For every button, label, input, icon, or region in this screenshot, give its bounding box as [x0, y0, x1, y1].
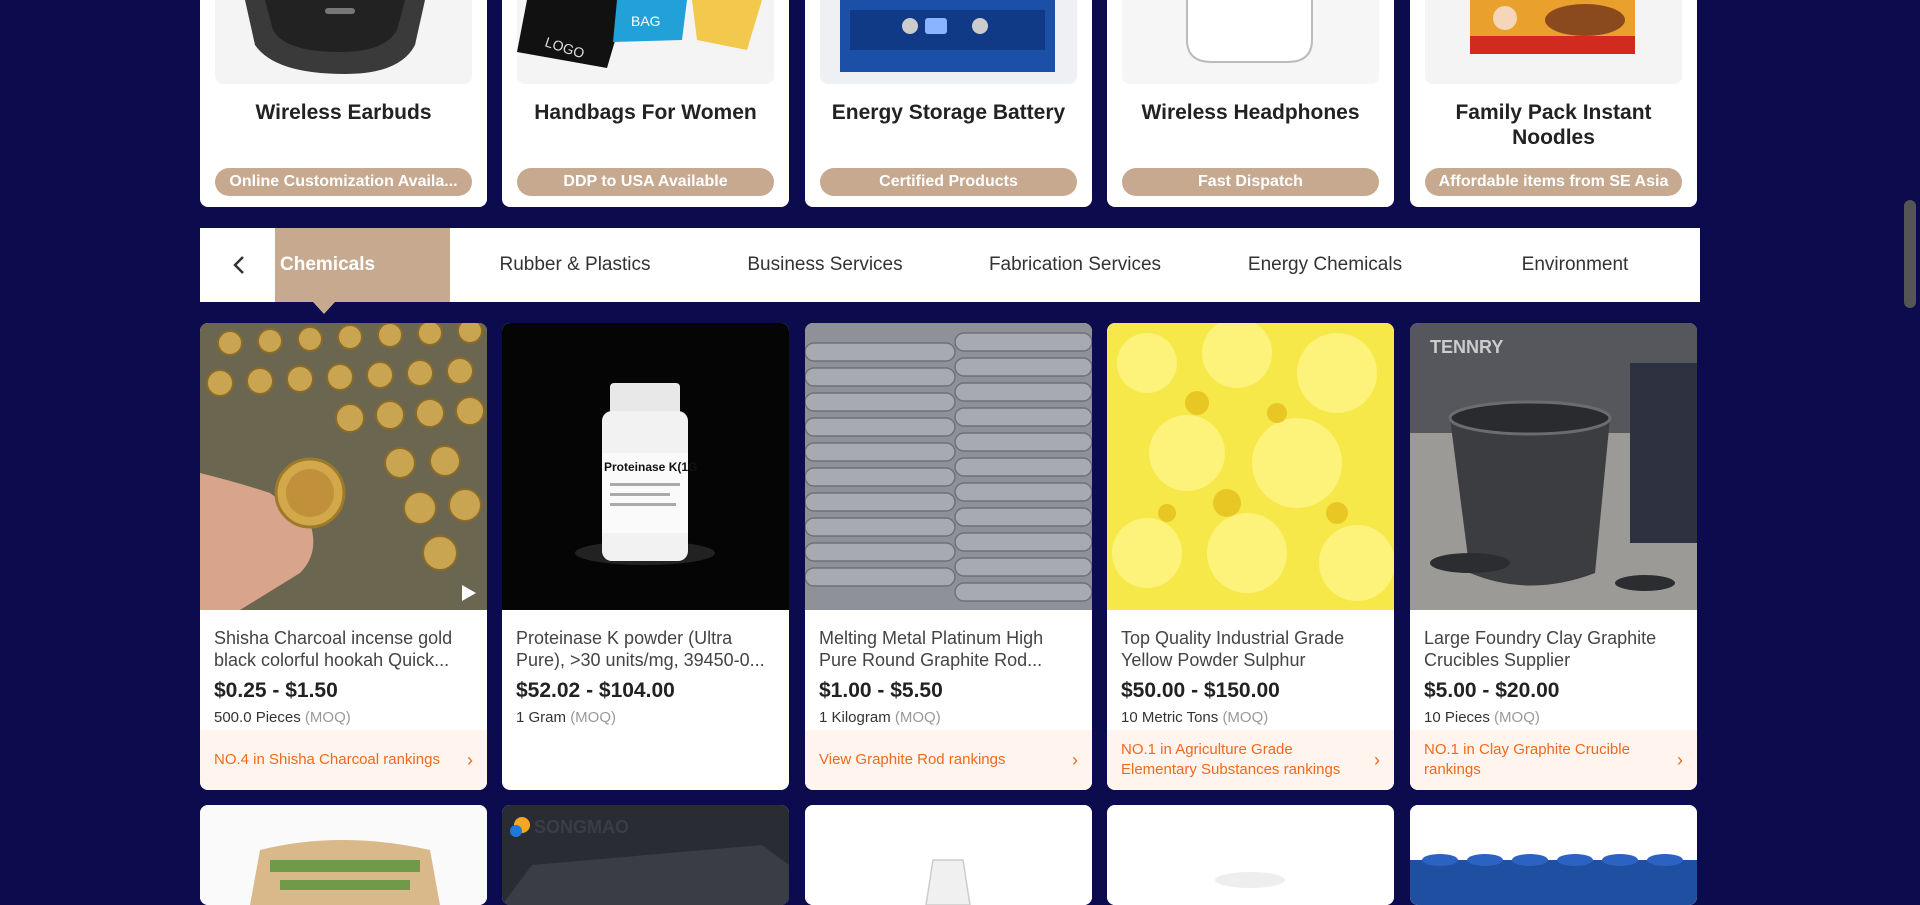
- product-title[interactable]: Proteinase K powder (Ultra Pure), >30 un…: [516, 627, 775, 671]
- product-image: [1410, 805, 1697, 905]
- product-price: $50.00 - $150.00: [1121, 679, 1280, 702]
- category-title: Family Pack Instant Noodles: [1455, 101, 1652, 149]
- crucible-brand-text: TENNRY: [1430, 337, 1503, 357]
- category-image: [215, 0, 472, 84]
- chevron-right-icon: ›: [1374, 750, 1380, 770]
- product-image: [200, 805, 487, 905]
- product-title[interactable]: Melting Metal Platinum High Pure Round G…: [819, 627, 1078, 671]
- product-card[interactable]: Proteinase K(1G Proteinase K powder (Ult…: [502, 323, 789, 790]
- product-card[interactable]: Shisha Charcoal incense gold black color…: [200, 323, 487, 790]
- product-ranking-link[interactable]: NO.1 in Clay Graphite Crucible rankings ›: [1410, 730, 1697, 790]
- product-card[interactable]: Melting Metal Platinum High Pure Round G…: [805, 323, 1092, 790]
- tab-environment[interactable]: Environment: [1475, 228, 1675, 302]
- active-tab-caret: [313, 302, 335, 314]
- product-image: [805, 805, 1092, 905]
- category-title: Handbags For Women: [534, 101, 757, 124]
- product-card[interactable]: [805, 805, 1092, 905]
- product-image: [1107, 323, 1394, 610]
- chevron-right-icon: ›: [467, 750, 473, 770]
- category-badge: Online Customization Availa...: [215, 168, 472, 196]
- category-card-energy-storage[interactable]: Energy Storage Battery Certified Product…: [805, 0, 1092, 207]
- industry-tab-bar: Chemicals Rubber & Plastics Business Ser…: [200, 228, 1700, 302]
- category-card-instant-noodles[interactable]: Family Pack Instant Noodles Affordable i…: [1410, 0, 1697, 207]
- category-badge: DDP to USA Available: [517, 168, 774, 196]
- songmao-text: SONGMAO: [534, 817, 629, 837]
- product-image: [1107, 805, 1394, 905]
- scrollbar-thumb[interactable]: [1904, 200, 1916, 308]
- product-card[interactable]: TENNRY Large Foundry Clay Graphite Cruci…: [1410, 323, 1697, 790]
- category-card-wireless-headphones[interactable]: Wireless Headphones Fast Dispatch: [1107, 0, 1394, 207]
- product-ranking-link[interactable]: View Graphite Rod rankings ›: [805, 730, 1092, 790]
- tab-energy-chemicals[interactable]: Energy Chemicals: [1225, 228, 1425, 302]
- product-title[interactable]: Top Quality Industrial Grade Yellow Powd…: [1121, 627, 1380, 671]
- category-title: Energy Storage Battery: [831, 101, 1066, 124]
- product-ranking-link[interactable]: NO.4 in Shisha Charcoal rankings ›: [200, 730, 487, 790]
- product-card[interactable]: [200, 805, 487, 905]
- category-title: Wireless Headphones: [1141, 101, 1360, 124]
- product-image: SONGMAO: [502, 805, 789, 905]
- product-image: [805, 323, 1092, 610]
- category-title: Wireless Earbuds: [255, 101, 432, 124]
- product-moq: 1 Kilogram (MOQ): [819, 709, 941, 726]
- handbag-bag-text: BAG: [631, 13, 661, 29]
- product-card[interactable]: SONGMAO: [502, 805, 789, 905]
- chevron-right-icon: ›: [1677, 750, 1683, 770]
- chevron-left-icon[interactable]: [224, 246, 254, 284]
- product-moq: 1 Gram (MOQ): [516, 709, 617, 726]
- category-card-wireless-earbuds[interactable]: Wireless Earbuds Online Customization Av…: [200, 0, 487, 207]
- category-image: [1425, 0, 1682, 84]
- category-image: LOGO BAG: [517, 0, 774, 84]
- product-price: $5.00 - $20.00: [1424, 679, 1560, 702]
- category-image: [1122, 0, 1379, 84]
- bottle-label-text: Proteinase K(1G: [604, 460, 697, 474]
- product-image: Proteinase K(1G: [502, 323, 789, 610]
- product-moq: 10 Pieces (MOQ): [1424, 709, 1540, 726]
- tab-business-services[interactable]: Business Services: [725, 228, 925, 302]
- category-image: [820, 0, 1077, 84]
- product-image: TENNRY: [1410, 323, 1697, 610]
- product-card[interactable]: [1107, 805, 1394, 905]
- product-image: [200, 323, 487, 610]
- product-title[interactable]: Shisha Charcoal incense gold black color…: [214, 627, 473, 671]
- tab-chemicals[interactable]: Chemicals: [275, 228, 450, 302]
- category-badge: Certified Products: [820, 168, 1077, 196]
- chevron-right-icon: ›: [1072, 750, 1078, 770]
- product-moq: 10 Metric Tons (MOQ): [1121, 709, 1269, 726]
- product-price: $0.25 - $1.50: [214, 679, 338, 702]
- product-price: $52.02 - $104.00: [516, 679, 675, 702]
- product-ranking-link[interactable]: NO.1 in Agriculture Grade Elementary Sub…: [1107, 730, 1394, 790]
- product-price: $1.00 - $5.50: [819, 679, 943, 702]
- page-scrollbar[interactable]: [1900, 0, 1920, 885]
- product-card[interactable]: [1410, 805, 1697, 905]
- category-card-handbags[interactable]: LOGO BAG Handbags For Women DDP to USA A…: [502, 0, 789, 207]
- product-card[interactable]: Top Quality Industrial Grade Yellow Powd…: [1107, 323, 1394, 790]
- tab-fabrication-services[interactable]: Fabrication Services: [975, 228, 1175, 302]
- tab-rubber-plastics[interactable]: Rubber & Plastics: [475, 228, 675, 302]
- product-title[interactable]: Large Foundry Clay Graphite Crucibles Su…: [1424, 627, 1683, 671]
- category-badge: Affordable items from SE Asia: [1425, 168, 1682, 196]
- product-moq: 500.0 Pieces (MOQ): [214, 709, 351, 726]
- category-badge: Fast Dispatch: [1122, 168, 1379, 196]
